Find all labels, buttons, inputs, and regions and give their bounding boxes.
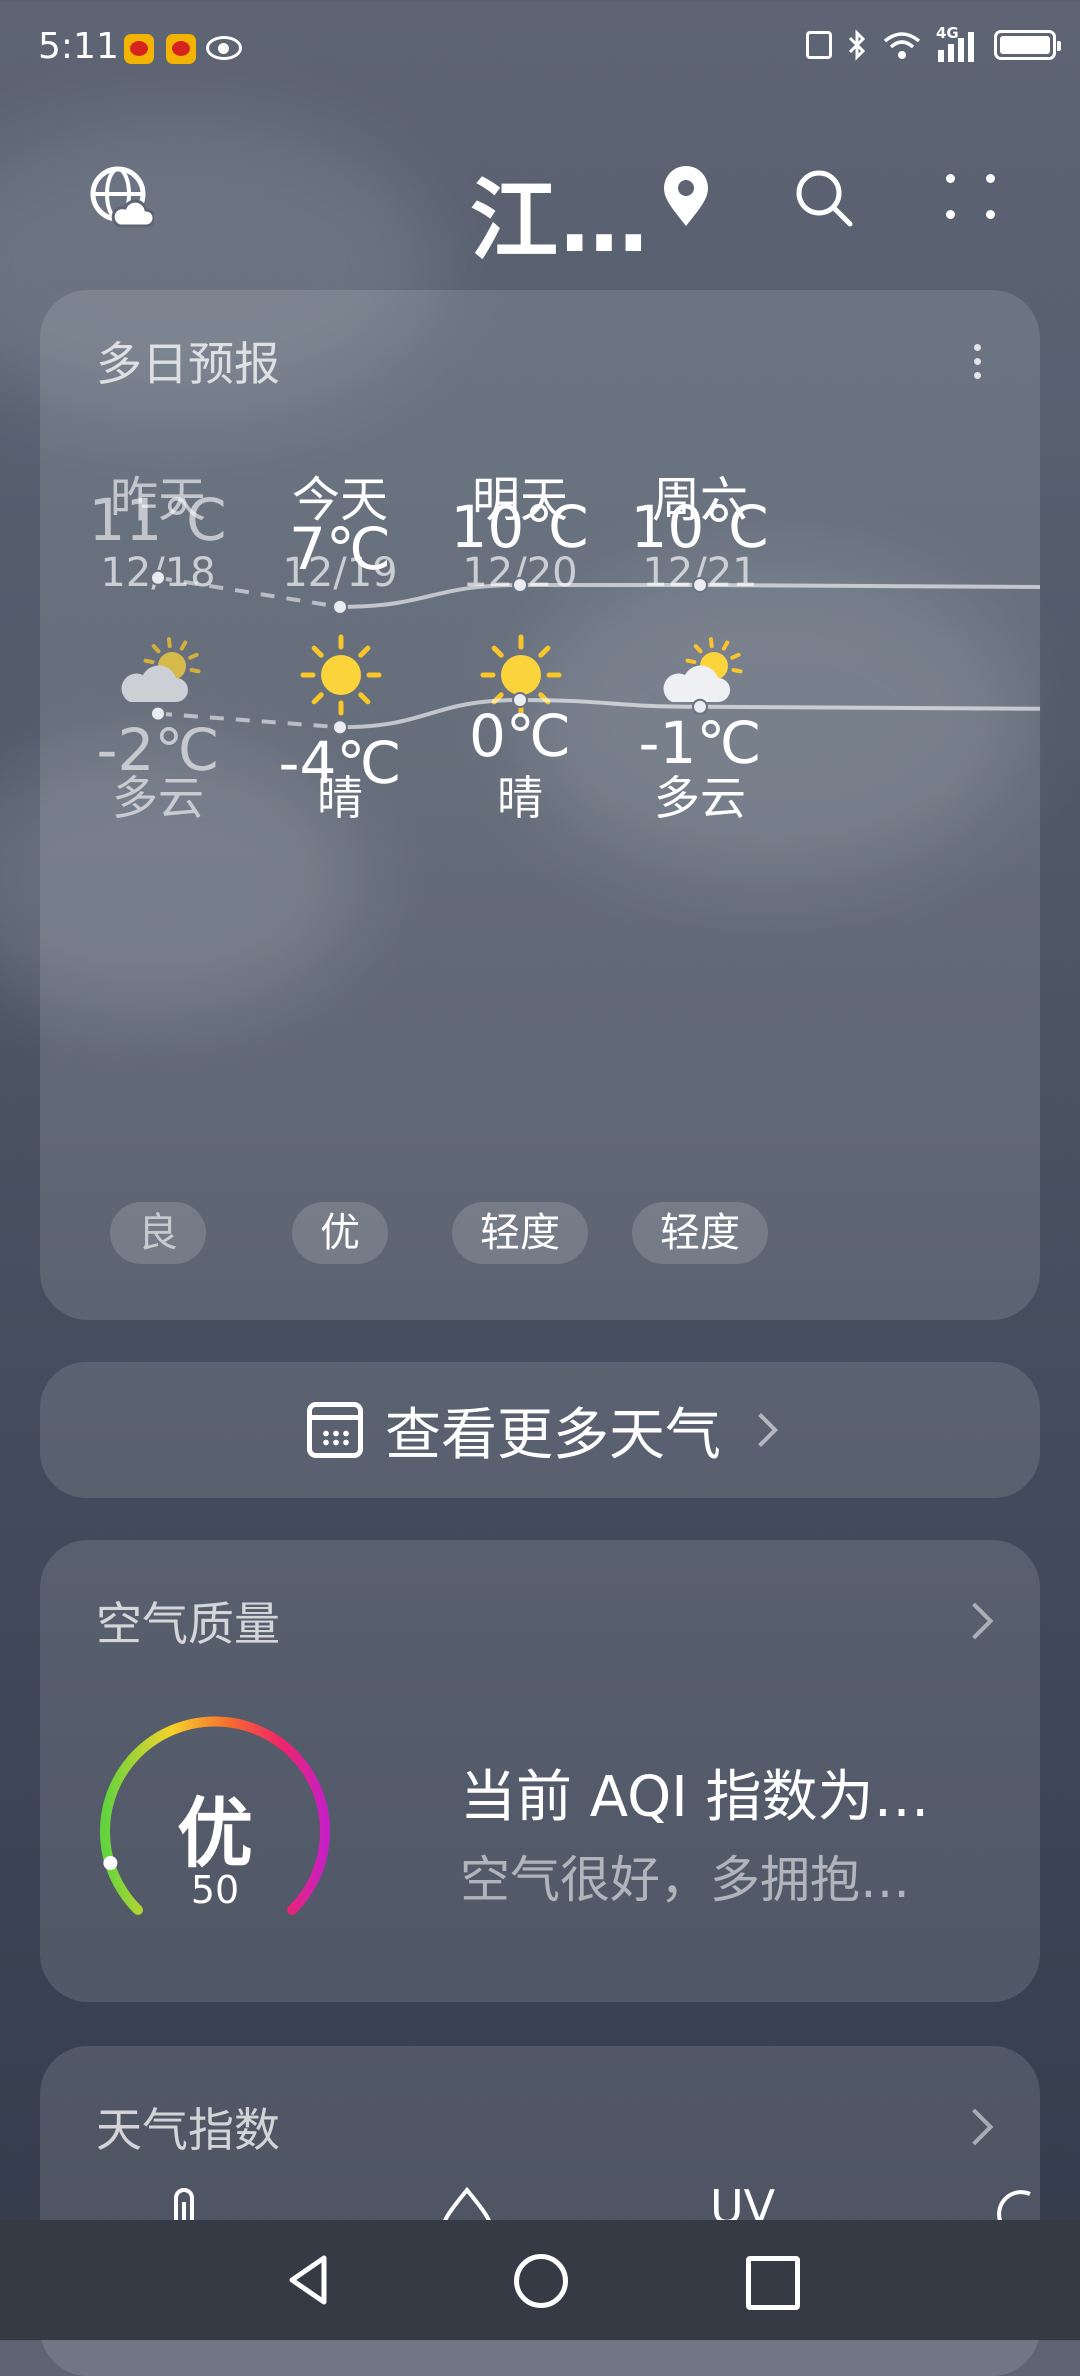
city-name[interactable]: 江…: [470, 150, 650, 277]
high-temp-point: [150, 569, 166, 586]
location-pin-icon[interactable]: [660, 166, 712, 228]
high-temp-label: 7℃: [288, 514, 392, 583]
aqi-value: 50: [190, 1868, 240, 1912]
aqi-headline: 当前 AQI 指数为…: [460, 1765, 930, 1830]
calendar-icon: [307, 1402, 363, 1458]
system-nav-bar: [0, 2220, 1080, 2340]
wifi-icon: [883, 32, 921, 59]
weibo-icon: [124, 34, 154, 64]
low-temp-label: -1℃: [638, 708, 762, 777]
status-bar: 5:11 4G: [0, 0, 1080, 100]
more-weather-label: 查看更多天气: [385, 1402, 721, 1468]
chevron-right-icon: [744, 1413, 778, 1447]
aqi-gauge: 优 50: [100, 1714, 330, 1944]
air-quality-title: 空气质量: [96, 1597, 280, 1651]
low-temp-label: -4℃: [278, 729, 402, 798]
high-temp-label: 10℃: [630, 493, 770, 561]
chevron-right-icon: [956, 2108, 994, 2146]
globe-weather-icon[interactable]: [88, 164, 154, 230]
chevron-right-icon: [956, 1602, 994, 1640]
low-temp-label: -2℃: [96, 715, 220, 784]
battery-icon: [994, 30, 1061, 60]
back-icon[interactable]: [280, 2250, 340, 2310]
weather-index-title: 天气指数: [96, 2103, 280, 2157]
temperature-curve: [150, 569, 1040, 736]
low-temp-label: 0℃: [468, 702, 572, 770]
aqi-subtitle: 空气很好，多拥抱…: [460, 1851, 910, 1909]
nfc-icon: [806, 31, 832, 59]
aqi-level: 优: [177, 1789, 253, 1878]
search-icon[interactable]: [792, 166, 856, 230]
network-type: 4G: [936, 24, 959, 42]
home-icon[interactable]: [514, 2254, 568, 2308]
forecast-card: 多日预报 昨天12/18多云良今天12/19晴优明天12/20晴轻度周六12/2…: [40, 290, 1040, 1320]
high-temp-label: 11℃: [88, 485, 228, 554]
recents-icon[interactable]: [746, 2256, 800, 2310]
bluetooth-icon: [848, 29, 866, 61]
high-temp-curve: [339, 583, 1040, 609]
status-time: 5:11: [38, 26, 119, 67]
high-temp-point: [692, 577, 708, 593]
weibo-icon: [166, 34, 196, 64]
high-temp-label: 10℃: [450, 493, 590, 561]
signal-icon: 4G: [936, 24, 980, 62]
high-temp-point: [332, 598, 348, 615]
app-header: 江…: [0, 150, 1080, 272]
more-dots-icon[interactable]: [944, 170, 998, 224]
more-weather-button[interactable]: 查看更多天气: [40, 1362, 1040, 1498]
air-quality-card[interactable]: 空气质量 优 50 当前 AQI 指数为… 空气很好，多拥抱…: [40, 1540, 1040, 2002]
eye-icon: [206, 36, 242, 60]
high-temp-point: [512, 577, 528, 593]
